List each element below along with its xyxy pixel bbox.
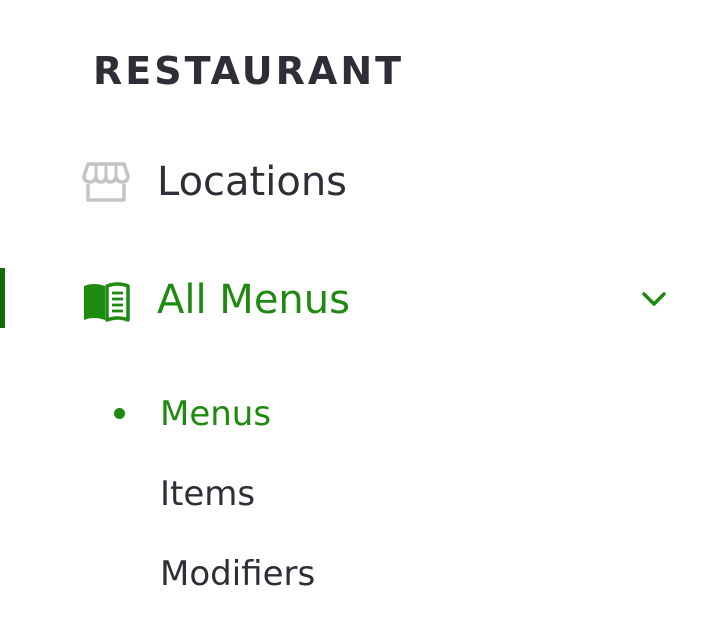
submenu-item-label: Items	[160, 474, 256, 514]
sidebar-item-label: Locations	[157, 159, 348, 205]
submenu-item-label: Modifiers	[160, 554, 316, 594]
sidebar-item-locations[interactable]: Locations	[0, 150, 717, 214]
active-bullet	[114, 408, 125, 419]
sidebar-item-all-menus[interactable]: All Menus	[0, 268, 717, 332]
menu-book-icon	[84, 282, 130, 322]
submenu-item-menus[interactable]: Menus	[100, 390, 500, 438]
sidebar-item-label: All Menus	[157, 277, 350, 323]
section-title: RESTAURANT	[93, 49, 405, 93]
sidebar-nav: RESTAURANT Locations All Menus Menus Ite…	[0, 0, 717, 632]
submenu-item-modifiers[interactable]: Modifiers	[100, 550, 500, 598]
chevron-down-icon[interactable]	[638, 286, 670, 312]
active-indicator	[0, 268, 5, 328]
submenu-item-items[interactable]: Items	[100, 470, 500, 518]
submenu-item-label: Menus	[160, 394, 272, 434]
storefront-icon	[82, 162, 130, 202]
